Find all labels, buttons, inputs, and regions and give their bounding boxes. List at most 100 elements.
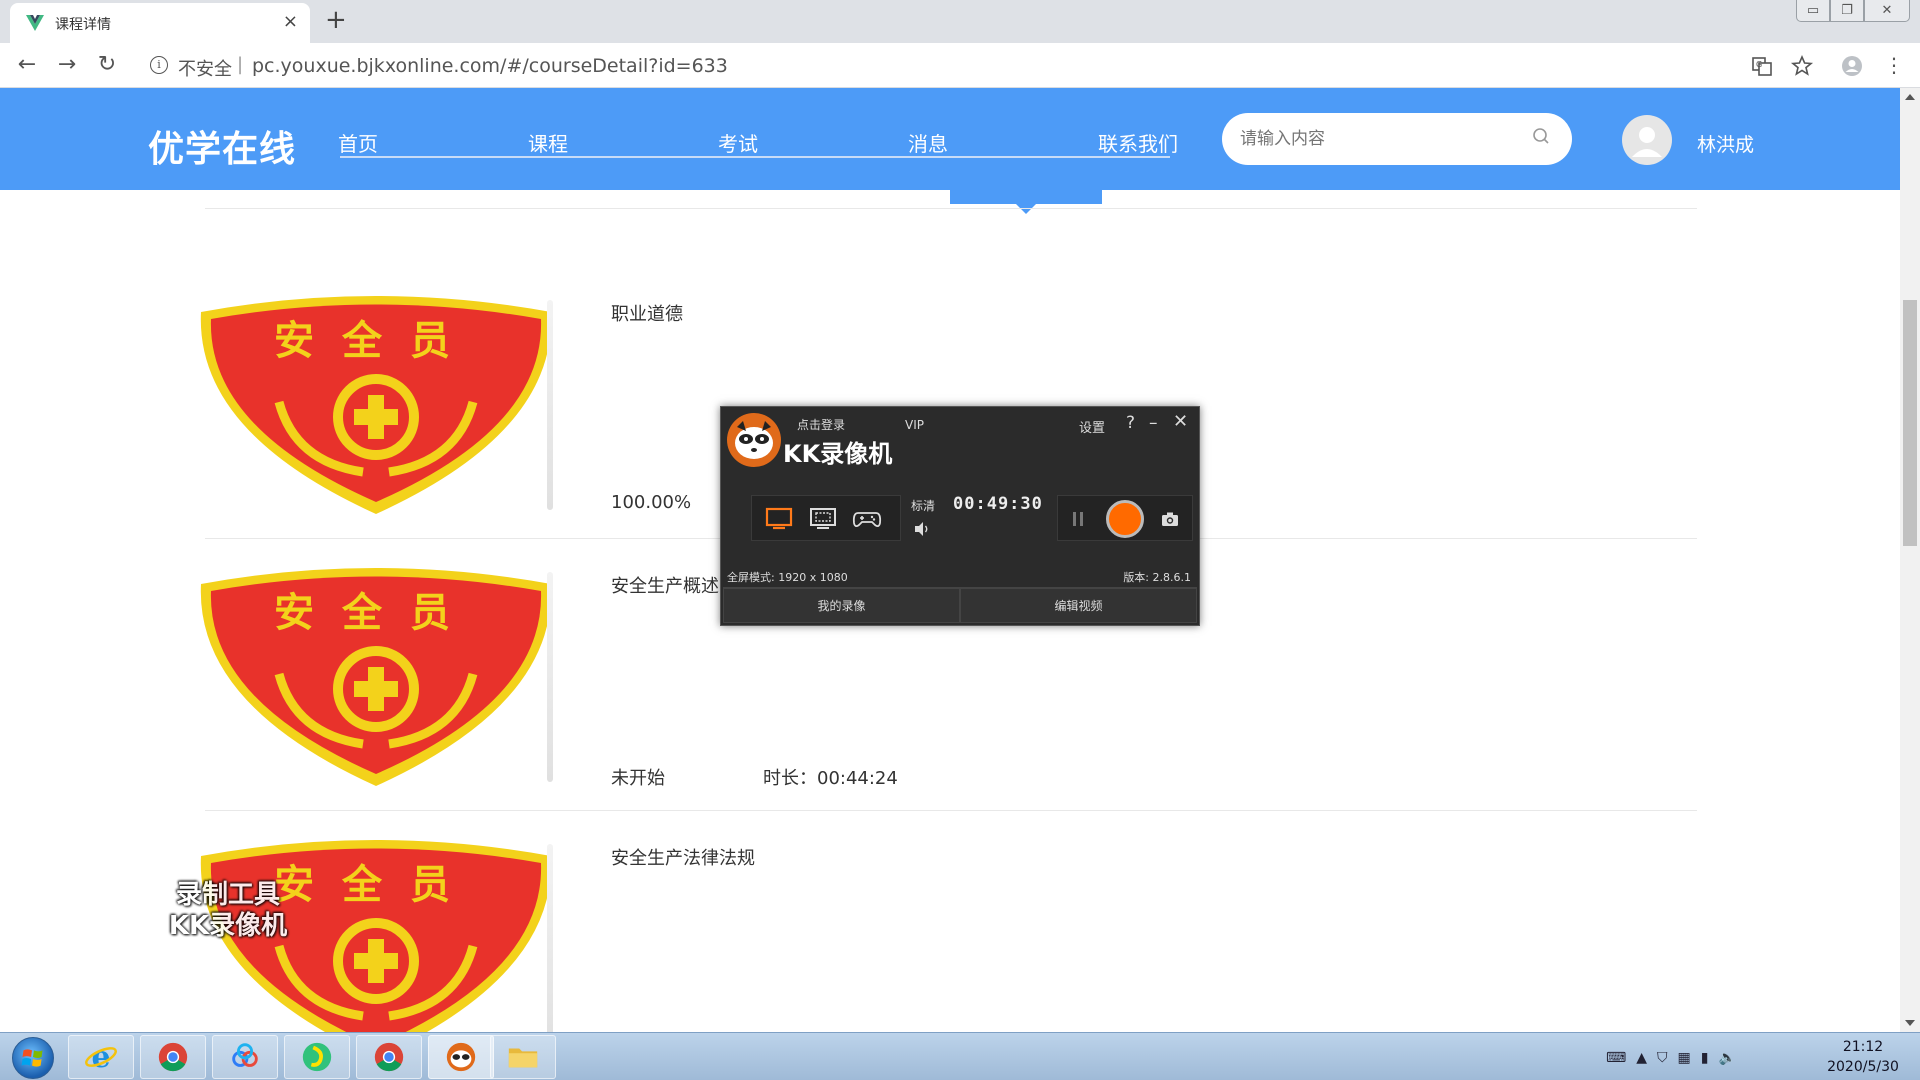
forward-arrow-icon[interactable]: →	[52, 51, 82, 81]
course-progress: 100.00%	[611, 492, 692, 513]
version-text: 版本: 2.8.6.1	[1123, 571, 1191, 584]
security-label: 不安全	[178, 59, 232, 80]
tray-expand-icon[interactable]: ▲	[1636, 1050, 1647, 1066]
translate-icon[interactable]: G	[1750, 54, 1774, 78]
chrome-icon	[158, 1042, 188, 1072]
taskbar-clock[interactable]: 21:12 2020/5/30	[1818, 1037, 1908, 1077]
svg-text:安全员: 安全员	[274, 590, 478, 636]
taskbar-kk-recorder[interactable]	[428, 1035, 494, 1079]
course-duration: 时长：00:44:24	[763, 768, 898, 789]
system-tray: ⌨ ▲ ⛉ ▦ ▮ 🔈	[1606, 1043, 1736, 1073]
nav-messages[interactable]: 消息	[908, 128, 948, 157]
search-icon[interactable]	[1532, 127, 1550, 145]
clock-date: 2020/5/30	[1827, 1059, 1899, 1075]
folder-icon	[508, 1048, 538, 1068]
course-thumbnail[interactable]: 安全员	[195, 292, 565, 524]
scroll-down-arrow-icon[interactable]	[1905, 1020, 1915, 1026]
recorder-watermark: 录制工具 KK录像机	[158, 880, 298, 942]
nav-contact[interactable]: 联系我们	[1098, 128, 1178, 157]
edit-video-button[interactable]: 编辑视频	[960, 588, 1197, 623]
safety-officer-badge-icon: 安全员	[200, 568, 552, 786]
taskbar-chrome-2[interactable]	[356, 1035, 422, 1079]
course-name[interactable]: 职业道德	[611, 300, 683, 326]
nav-home[interactable]: 首页	[338, 128, 378, 157]
tab-close-icon[interactable]: ×	[283, 11, 298, 32]
record-button[interactable]	[1106, 500, 1144, 538]
network-icon[interactable]: ▦	[1678, 1050, 1691, 1066]
region-mode-icon[interactable]	[808, 504, 838, 532]
pause-icon[interactable]	[1071, 511, 1085, 527]
url-text[interactable]: pc.youxue.bjkxonline.com/#/courseDetail?…	[252, 55, 728, 77]
window-controls: ▭ ❐ ✕	[1796, 0, 1910, 22]
volume-icon[interactable]	[913, 521, 931, 537]
keyboard-icon[interactable]: ⌨	[1606, 1050, 1626, 1066]
menu-kebab-icon[interactable]: ⋮	[1882, 54, 1906, 78]
nav-courses[interactable]: 课程	[528, 128, 568, 157]
username[interactable]: 林洪成	[1697, 130, 1754, 157]
clock-time: 21:12	[1842, 1039, 1884, 1055]
start-button[interactable]	[12, 1037, 54, 1079]
music-player-icon	[302, 1042, 332, 1072]
raccoon-logo-icon	[446, 1042, 476, 1072]
my-recordings-button[interactable]: 我的录像	[723, 588, 960, 623]
window-restore-button[interactable]: ❐	[1830, 0, 1864, 22]
page-scrollbar[interactable]	[1900, 88, 1920, 1032]
reload-icon[interactable]: ↻	[92, 51, 122, 81]
site-header: 优学在线 首页 课程 考试 消息 联系我们 林洪成	[0, 88, 1900, 190]
fullscreen-mode-icon[interactable]	[764, 504, 794, 532]
thumbnail-edge	[547, 300, 553, 510]
speaker-icon[interactable]: 🔈	[1718, 1050, 1735, 1066]
taskbar-file-explorer[interactable]	[490, 1035, 556, 1079]
windows-logo-icon	[21, 1049, 43, 1067]
back-arrow-icon[interactable]: ←	[12, 51, 42, 81]
help-button[interactable]: ?	[1126, 413, 1135, 433]
kk-recorder-window[interactable]: 点击登录 VIP KK录像机 设置 ? – ✕ 标清 00:49:30 全屏模式…	[720, 406, 1200, 626]
svg-text:安全员: 安全员	[274, 318, 478, 364]
course-name[interactable]: 安全生产法律法规	[611, 844, 755, 870]
vip-link[interactable]: VIP	[905, 418, 924, 432]
kk-logo	[727, 413, 781, 467]
info-icon[interactable]: i	[150, 56, 168, 74]
quality-label[interactable]: 标清	[911, 497, 935, 514]
thumbnail-edge	[547, 844, 553, 1054]
security-shield-icon[interactable]: ⛉	[1657, 1050, 1668, 1066]
windows-taskbar: e ⌨ ▲ ⛉ ▦ ▮ 🔈 21:12 2020/5/30	[0, 1032, 1920, 1080]
taskbar-ie[interactable]: e	[68, 1035, 134, 1079]
screenshot-camera-icon[interactable]	[1161, 511, 1179, 527]
watermark-line-2: KK录像机	[168, 911, 288, 941]
tab-title: 课程详情	[55, 17, 111, 33]
course-name[interactable]: 安全生产概述	[611, 572, 719, 598]
avatar[interactable]	[1622, 115, 1672, 165]
svg-text:安全员: 安全员	[274, 862, 478, 908]
taskbar-music-player[interactable]	[284, 1035, 350, 1079]
course-thumbnail[interactable]: 安全员	[195, 564, 565, 796]
cloud-drive-icon	[232, 1043, 258, 1067]
new-tab-button[interactable]: +	[325, 5, 347, 35]
browser-tab[interactable]: 课程详情 ×	[10, 3, 310, 43]
window-minimize-button[interactable]: ▭	[1796, 0, 1830, 22]
scrollbar-thumb[interactable]	[1903, 300, 1917, 546]
list-divider	[205, 208, 1697, 209]
address-bar[interactable]: i 不安全 | pc.youxue.bjkxonline.com/#/cours…	[142, 50, 1762, 82]
taskbar-chrome[interactable]	[140, 1035, 206, 1079]
list-divider	[205, 810, 1697, 811]
login-link[interactable]: 点击登录	[797, 416, 845, 433]
profile-icon[interactable]	[1840, 54, 1864, 78]
game-mode-icon[interactable]	[852, 504, 882, 532]
search-box	[1222, 113, 1572, 165]
scroll-up-arrow-icon[interactable]	[1905, 94, 1915, 100]
address-separator: |	[237, 54, 244, 75]
bookmark-star-icon[interactable]	[1790, 54, 1814, 78]
signal-icon[interactable]: ▮	[1701, 1050, 1709, 1066]
site-logo[interactable]: 优学在线	[148, 120, 296, 172]
fullscreen-mode-text: 全屏模式: 1920 x 1080	[727, 571, 848, 584]
nav-exams[interactable]: 考试	[718, 128, 758, 157]
raccoon-logo-icon	[735, 421, 773, 459]
window-close-button[interactable]: ✕	[1864, 0, 1910, 22]
active-tab-indicator	[950, 190, 1102, 204]
search-input[interactable]	[1240, 126, 1520, 152]
taskbar-baidu-netdisk[interactable]	[212, 1035, 278, 1079]
minimize-button[interactable]: –	[1149, 413, 1158, 433]
settings-button[interactable]: 设置	[1079, 417, 1105, 436]
close-button[interactable]: ✕	[1173, 411, 1188, 432]
